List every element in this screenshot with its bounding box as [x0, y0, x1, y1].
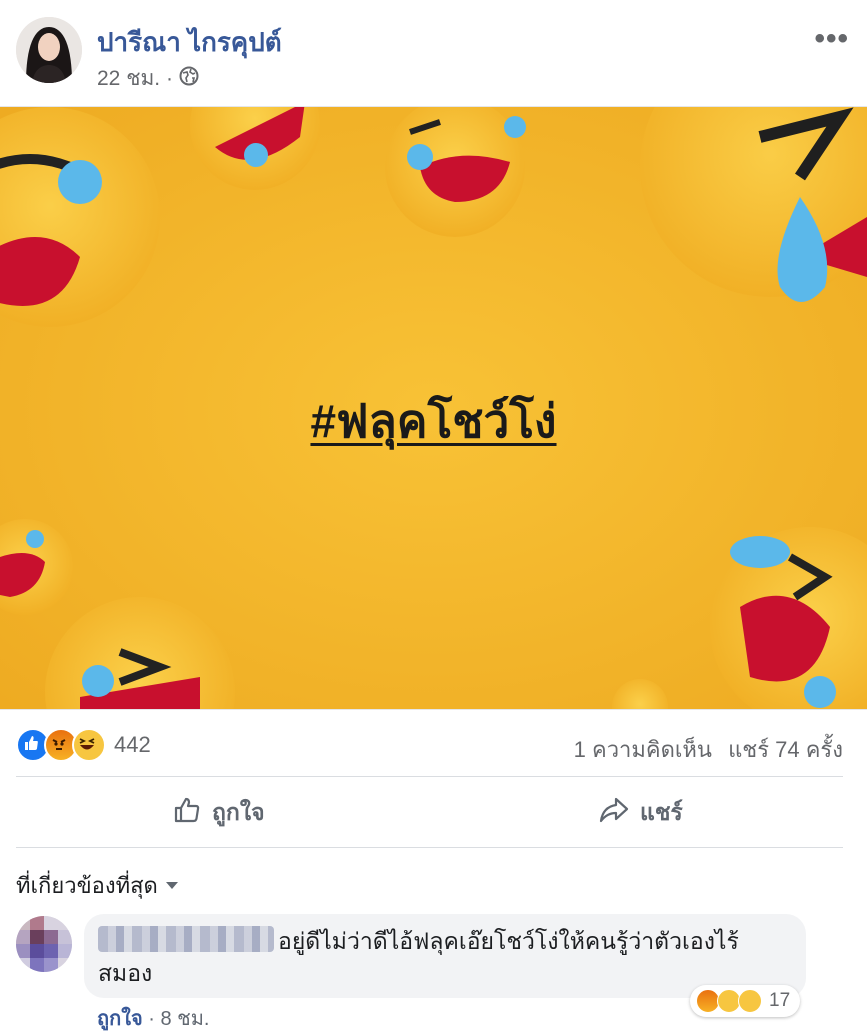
comment-bubble: อยู่ดีไม่ว่าดีไอ้ฟลุคเอ๊ยโชว์โง่ให้คนรู้… [84, 914, 806, 998]
like-button[interactable]: ถูกใจ [172, 780, 265, 846]
share-button[interactable]: แชร์ [598, 780, 683, 846]
more-dots-icon[interactable]: ••• [814, 22, 849, 56]
comments-count[interactable]: 1 ความคิดเห็น [574, 737, 712, 762]
thumbs-up-icon [172, 795, 202, 831]
comment-reaction-summary[interactable]: 17 [690, 985, 801, 1017]
comment-share-counts: 1 ความคิดเห็น แชร์ 74 ครั้ง [564, 732, 843, 767]
comment-sort-label: ที่เกี่ยวข้องที่สุด [16, 873, 158, 898]
caret-down-icon [165, 882, 178, 889]
post-actions: ถูกใจ แชร์ [0, 780, 867, 846]
comment-text: อยู่ดีไม่ว่าดีไอ้ฟลุคเอ๊ยโชว์โง่ให้คนรู้… [98, 928, 739, 986]
share-arrow-icon [598, 795, 630, 831]
post-stats: 442 1 ความคิดเห็น แชร์ 74 ครั้ง [0, 716, 867, 772]
author-avatar[interactable] [16, 17, 82, 83]
comment-meta: ถูกใจ · 8 ชม. [97, 1002, 209, 1034]
post-meta: 22 ชม. · [97, 62, 199, 95]
comment-like-link[interactable]: ถูกใจ [97, 1008, 143, 1030]
author-name[interactable]: ปารีณา ไกรคุปต์ [97, 22, 282, 63]
comment-reaction-count: 17 [769, 990, 791, 1011]
post-image-hashtag: #ฟลุคโชว์โง่ [310, 395, 557, 447]
post-header: ปารีณา ไกรคุปต์ 22 ชม. · ••• [0, 0, 867, 106]
like-button-label: ถูกใจ [212, 799, 265, 825]
post-image[interactable]: #ฟลุคโชว์โง่ [0, 106, 867, 710]
shares-count[interactable]: แชร์ 74 ครั้ง [728, 737, 843, 762]
globe-icon [179, 66, 199, 92]
comment-sort-dropdown[interactable]: ที่เกี่ยวข้องที่สุด [16, 868, 178, 903]
commenter-avatar[interactable] [16, 916, 72, 972]
reaction-summary[interactable]: 442 [16, 728, 151, 762]
post-time[interactable]: 22 ชม. · [97, 62, 173, 95]
reaction-count: 442 [114, 732, 151, 757]
divider [16, 776, 843, 777]
comment-time[interactable]: · 8 ชม. [148, 1008, 209, 1030]
divider [16, 847, 843, 848]
wow-icon [738, 989, 762, 1013]
haha-icon [72, 728, 106, 762]
share-button-label: แชร์ [640, 799, 683, 825]
